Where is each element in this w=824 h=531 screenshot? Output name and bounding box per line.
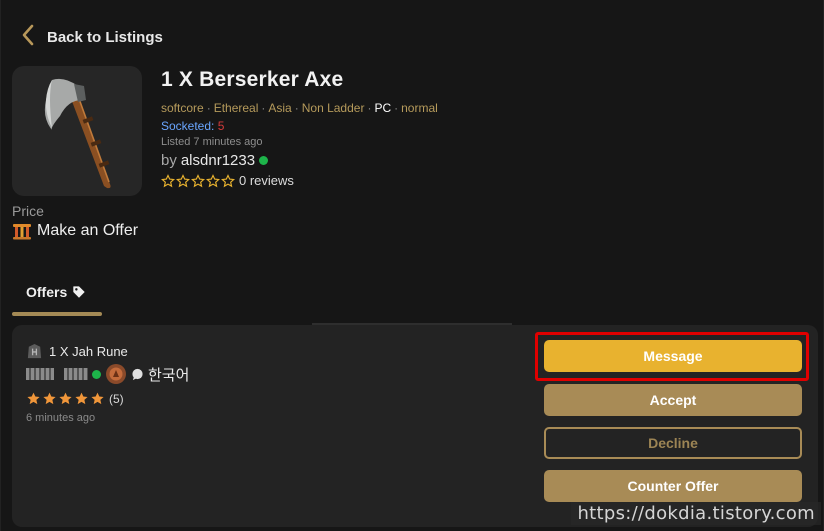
price-value-text: Make an Offer: [37, 222, 139, 239]
item-thumbnail: [12, 66, 142, 196]
back-to-listings-link[interactable]: Back to Listings: [21, 24, 163, 51]
active-tab-indicator: [12, 312, 102, 316]
listing-info: 1 X Berserker Axe softcore · Ethereal · Asia…: [161, 68, 438, 188]
chevron-left-icon: [21, 24, 35, 51]
tab-offers[interactable]: Offers: [12, 284, 102, 316]
star-outline-icon: [161, 173, 175, 187]
seller-name-link[interactable]: alsdnr1233: [181, 152, 255, 169]
tag-platform: PC: [374, 101, 392, 115]
tag-region: Asia: [268, 101, 292, 115]
star-filled-icon: [91, 392, 104, 405]
online-status-dot: [259, 156, 269, 165]
socketed-info: Socketed: 5: [161, 119, 438, 133]
redacted-buyer-name-2: [64, 368, 88, 380]
star-outline-icon: [191, 173, 205, 187]
price-label: Price: [12, 203, 44, 219]
watermark: https://dokdia.tistory.com: [571, 502, 821, 525]
offer-icon: [13, 224, 31, 240]
listing-title: 1 X Berserker Axe: [161, 68, 344, 91]
socketed-value: 5: [217, 119, 225, 133]
star-outline-icon: [206, 173, 220, 187]
star-filled-icon: [27, 392, 40, 405]
listing-tags: softcore · Ethereal · Asia · Non Ladder · PC · nor…: [161, 101, 438, 115]
price-value: Make an Offer: [12, 222, 138, 240]
language-chat-icon: [132, 368, 143, 380]
buyer-review-count: (5): [109, 391, 124, 406]
tag-ladder: Non Ladder: [301, 101, 365, 115]
buyer-rating: (5): [26, 391, 124, 406]
listing-page: Back to Listings 1 X Berserker Axe softc…: [0, 0, 824, 531]
back-label: Back to Listings: [47, 29, 163, 46]
rune-icon: [27, 343, 42, 359]
redacted-buyer-name: [26, 368, 54, 380]
rank-badge-icon: [106, 364, 126, 384]
star-filled-icon: [59, 392, 72, 405]
offer-time: 6 minutes ago: [26, 412, 96, 424]
star-outline-icon: [176, 173, 190, 187]
star-filled-icon: [43, 392, 56, 405]
seller-row: by alsdnr1233: [161, 152, 438, 169]
star-outline-icon: [221, 173, 235, 187]
tag-difficulty: normal: [401, 101, 438, 115]
seller-rating: 0 reviews: [161, 173, 438, 188]
offer-item: 1 X Jah Rune: [26, 343, 128, 360]
reviews-count[interactable]: 0 reviews: [239, 173, 294, 188]
offers-tab-label: Offers: [26, 284, 68, 300]
tag-quality: Ethereal: [213, 101, 259, 115]
seller-prefix: by: [161, 152, 177, 169]
axe-image: [44, 78, 111, 189]
decline-button[interactable]: Decline: [544, 427, 802, 459]
accept-button[interactable]: Accept: [544, 384, 802, 416]
buyer-row: 한국어: [26, 363, 189, 385]
offer-item-name: 1 X Jah Rune: [49, 344, 128, 359]
star-filled-icon: [75, 392, 88, 405]
socketed-label: Socketed:: [161, 119, 215, 133]
offer-card: 1 X Jah Rune 한국어 (5) 6 minutes ago Messa…: [12, 323, 818, 527]
buyer-language: 한국어: [148, 366, 190, 384]
buyer-online-dot: [92, 369, 101, 379]
message-button[interactable]: Message: [544, 340, 802, 372]
tag-icon: [73, 286, 85, 298]
tag-mode: softcore: [161, 101, 204, 115]
listed-time: Listed 7 minutes ago: [161, 136, 263, 148]
counter-offer-button[interactable]: Counter Offer: [544, 470, 802, 502]
